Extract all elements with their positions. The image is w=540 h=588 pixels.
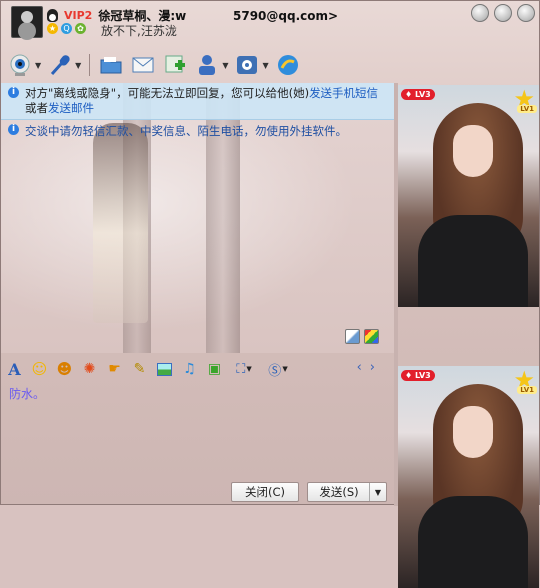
contact-qq-show[interactable]: LV3 ★ LV1 (398, 85, 539, 307)
image-button[interactable] (155, 361, 174, 378)
send-email-button[interactable] (130, 51, 156, 79)
contact-avatar[interactable] (11, 6, 43, 38)
chevron-down-icon[interactable]: ▼ (262, 61, 268, 70)
more-button[interactable]: Ⓢ ▼ (264, 361, 292, 379)
message-area[interactable]: i 对方"离线或隐身"，可能无法立即回复，您可以给他(她)发送手机短信或者发送邮… (1, 83, 394, 353)
video-call-icon (7, 52, 33, 78)
font-icon: A (8, 359, 21, 379)
main-toolbar: ▼ ▼ ▼ ▼ (7, 49, 307, 81)
window-controls (471, 4, 535, 22)
message-area-tools (345, 329, 379, 344)
send-button[interactable]: 发送(S) ▼ (307, 482, 387, 502)
show-figure (453, 406, 493, 458)
font-button[interactable]: A (5, 359, 24, 379)
contact-nickname[interactable]: 徐冠草桐、漫:w (98, 7, 186, 24)
music-button[interactable]: ♫ (180, 361, 199, 378)
header: VIP2 徐冠草桐、漫:w 5790@qq.com> ★ Q ✿ 放不下,汪苏泷 (1, 1, 540, 45)
security-warning: 交谈中请勿轻信汇款、中奖信息、陌生电话，勿使用外挂软件。 (25, 124, 347, 138)
app-icon (275, 52, 301, 78)
show-figure (418, 496, 528, 588)
gift-button[interactable]: ▣ (205, 361, 224, 378)
send-file-button[interactable] (98, 51, 124, 79)
profile-icon (194, 52, 220, 78)
close-window-button[interactable] (517, 4, 535, 22)
star-status-icon[interactable]: ★ (47, 23, 58, 34)
action-buttons: 关闭(C) 发送(S) ▼ (231, 482, 387, 502)
level-badge[interactable]: LV3 (401, 370, 435, 381)
show-figure (418, 215, 528, 307)
minimize-button[interactable] (471, 4, 489, 22)
chevron-down-icon[interactable]: ▼ (35, 61, 41, 70)
chevron-down-icon[interactable]: ▼ (246, 365, 251, 373)
vip-badge[interactable]: VIP2 (64, 9, 92, 22)
doodle-button[interactable]: ☛ (105, 361, 124, 378)
notice-text: 对方"离线或隐身"，可能无法立即回复，您可以给他(她) (25, 86, 310, 100)
message-input-text: 防水。 (9, 387, 46, 401)
send-button-label: 发送(S) (319, 485, 359, 499)
level-badge[interactable]: LV3 (401, 89, 435, 100)
pet-icon[interactable]: ✿ (75, 23, 86, 34)
more-icon: Ⓢ (268, 363, 282, 379)
contact-email: 5790@qq.com> (233, 9, 339, 23)
send-email-link[interactable]: 发送邮件 (48, 101, 94, 115)
close-button[interactable]: 关闭(C) (231, 482, 299, 502)
hand-icon: ☛ (108, 361, 121, 377)
magic-emoji-button[interactable]: ☻ (55, 360, 74, 378)
notice-text: 或者 (25, 101, 48, 115)
gear-icon (234, 52, 260, 78)
app-button[interactable] (275, 51, 301, 79)
screenshot-icon: ⛶ (236, 361, 246, 377)
star-level[interactable]: LV1 (517, 105, 537, 113)
emoji-button[interactable]: ☺ (30, 360, 49, 378)
scroll-right-icon[interactable]: › (370, 360, 383, 375)
view-profile-button[interactable]: ▼ (194, 51, 228, 79)
info-icon: i (8, 124, 19, 135)
color-theme-icon[interactable] (364, 329, 379, 344)
video-call-button[interactable]: ▼ (7, 51, 41, 79)
gift-icon: ▣ (207, 361, 222, 377)
chat-window: VIP2 徐冠草桐、漫:w 5790@qq.com> ★ Q ✿ 放不下,汪苏泷… (0, 0, 540, 588)
star-level[interactable]: LV1 (517, 386, 537, 394)
contact-name-line: VIP2 徐冠草桐、漫:w (47, 7, 186, 23)
info-icon: i (8, 87, 19, 98)
qq-penguin-icon (47, 8, 58, 22)
self-qq-show[interactable]: LV3 ★ LV1 (398, 366, 539, 588)
format-toolbar: A ☺ ☻ ✺ ☛ ✎ ♫ ▣ ⛶ ▼ Ⓢ ▼ ‹› (5, 359, 395, 379)
status-icons: ★ Q ✿ (47, 23, 86, 34)
folder-icon (98, 52, 124, 78)
toolbar-divider (89, 54, 91, 76)
music-icon: ♫ (183, 361, 196, 377)
image-icon (157, 362, 172, 376)
handwriting-button[interactable]: ✎ (130, 361, 149, 378)
smiley-icon: ☺ (31, 360, 48, 378)
voice-call-button[interactable]: ▼ (47, 51, 81, 79)
expand-icon[interactable] (345, 329, 360, 344)
pencil-icon: ✎ (133, 361, 146, 377)
add-group-icon (162, 52, 188, 78)
show-figure (453, 125, 493, 177)
chevron-down-icon[interactable]: ▼ (75, 61, 81, 70)
settings-button[interactable]: ▼ (234, 51, 269, 79)
message-input[interactable]: 防水。 (5, 383, 393, 479)
chevron-down-icon[interactable]: ▼ (282, 365, 287, 373)
create-group-button[interactable] (162, 51, 188, 79)
toolbar-scroll: ‹› (357, 360, 383, 375)
screenshot-button[interactable]: ⛶ ▼ (230, 361, 258, 378)
qzone-icon[interactable]: Q (61, 23, 72, 34)
maximize-button[interactable] (494, 4, 512, 22)
shake-button[interactable]: ✺ (80, 361, 99, 378)
send-sms-link[interactable]: 发送手机短信 (309, 86, 378, 100)
mail-icon (130, 52, 156, 78)
shake-icon: ✺ (83, 361, 96, 377)
magic-face-icon: ☻ (56, 360, 73, 378)
send-options-dropdown[interactable]: ▼ (369, 483, 386, 501)
voice-call-icon (47, 52, 73, 78)
background-figure (93, 123, 148, 323)
scroll-left-icon[interactable]: ‹ (357, 360, 370, 375)
offline-notice-text: 对方"离线或隐身"，可能无法立即回复，您可以给他(她)发送手机短信或者发送邮件 (25, 86, 385, 116)
chevron-down-icon[interactable]: ▼ (222, 61, 228, 70)
contact-signature: 放不下,汪苏泷 (101, 24, 177, 38)
